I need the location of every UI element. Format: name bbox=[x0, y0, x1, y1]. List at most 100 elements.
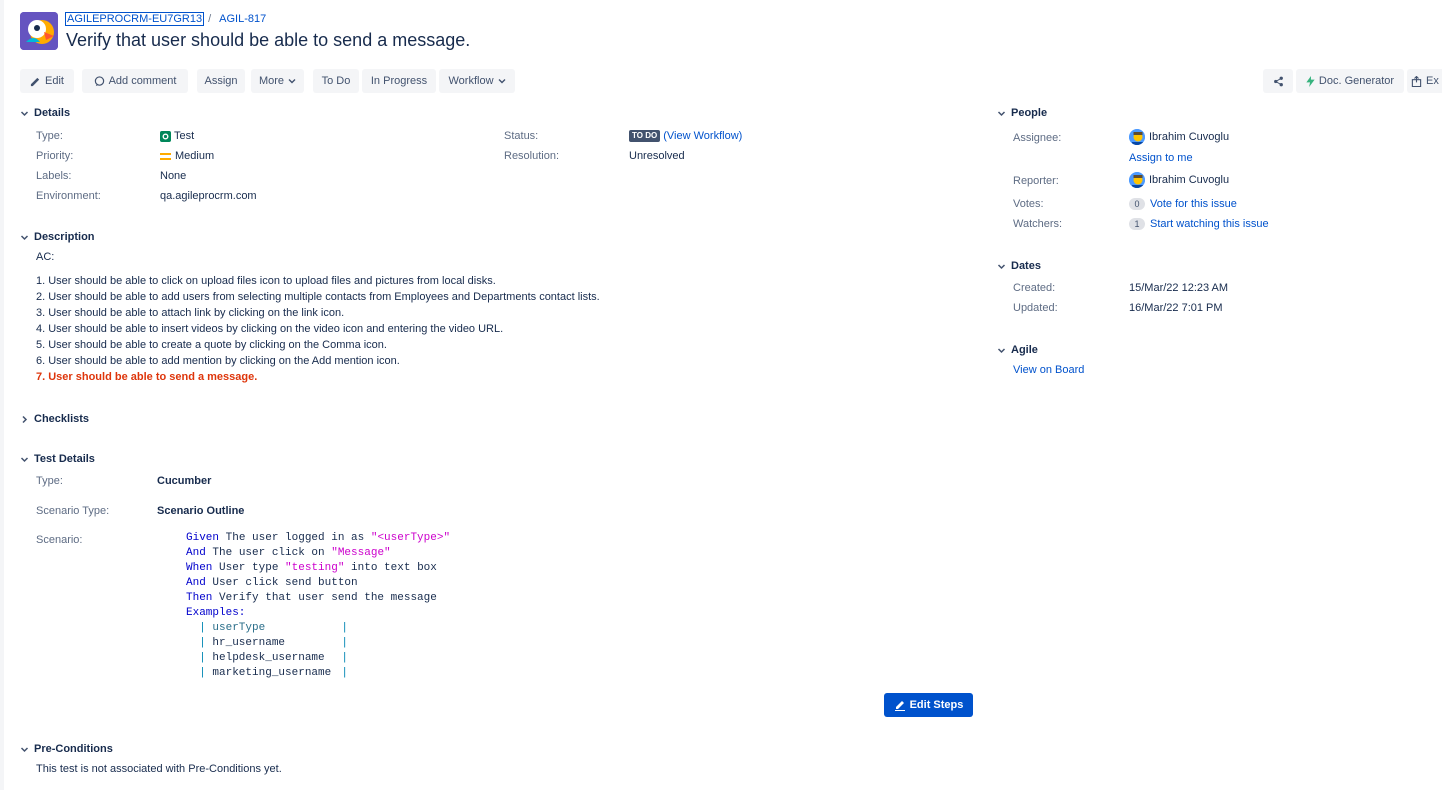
details-heading: Details bbox=[34, 107, 71, 119]
add-comment-button[interactable]: Add comment bbox=[82, 69, 188, 93]
assignee-name: Ibrahim Cuvoglu bbox=[1149, 131, 1230, 143]
test-type-value: Cucumber bbox=[157, 475, 212, 487]
ac-item-2: 2. User should be able to add users from… bbox=[36, 291, 600, 303]
updated-label: Updated: bbox=[1013, 302, 1058, 314]
ac-item-4: 4. User should be able to insert videos … bbox=[36, 323, 504, 335]
watchers-label: Watchers: bbox=[1013, 218, 1063, 230]
step-param: "Message" bbox=[331, 547, 391, 559]
vote-for-issue-link[interactable]: Vote for this issue bbox=[1150, 198, 1237, 210]
step-text: The user click on bbox=[205, 547, 332, 559]
reporter-value[interactable]: Ibrahim Cuvoglu bbox=[1129, 172, 1229, 188]
chevron-down-icon bbox=[498, 79, 506, 84]
type-label: Type: bbox=[36, 130, 63, 142]
comment-icon bbox=[94, 75, 104, 86]
breadcrumb-separator: / bbox=[208, 13, 212, 25]
step-param: "<userType>" bbox=[370, 532, 451, 544]
test-type-label: Type: bbox=[36, 475, 63, 487]
page-title: Verify that user should be able to send … bbox=[66, 30, 471, 50]
in-progress-transition-button[interactable]: In Progress bbox=[362, 69, 436, 93]
edit-steps-label: Edit Steps bbox=[909, 699, 964, 711]
breadcrumb-issue-link[interactable]: AGIL-817 bbox=[219, 13, 266, 25]
doc-generator-label: Doc. Generator bbox=[1318, 75, 1395, 87]
edit-button-label: Edit bbox=[45, 75, 64, 87]
status-badge: TO DO bbox=[629, 130, 661, 142]
todo-transition-button[interactable]: To Do bbox=[313, 69, 359, 93]
export-label: Ex bbox=[1426, 75, 1439, 87]
pencil-icon bbox=[30, 77, 40, 86]
more-label: More bbox=[258, 75, 285, 87]
keyword-when: When bbox=[186, 562, 213, 574]
created-value: 15/Mar/22 12:23 AM bbox=[1129, 282, 1229, 294]
step-text: Verify that user send the message bbox=[212, 592, 437, 604]
dates-heading: Dates bbox=[1011, 260, 1041, 272]
view-on-board-link[interactable]: View on Board bbox=[1013, 364, 1084, 376]
details-section-toggle[interactable]: Details bbox=[20, 107, 70, 119]
workflow-label: Workflow bbox=[448, 75, 494, 87]
preconditions-section-toggle[interactable]: Pre-Conditions bbox=[20, 743, 113, 755]
user-avatar bbox=[1129, 172, 1145, 188]
lightning-icon bbox=[1306, 75, 1315, 87]
step-text: The user logged in as bbox=[219, 532, 371, 544]
start-watching-link[interactable]: Start watching this issue bbox=[1150, 218, 1269, 230]
examples-cell: hr_username bbox=[212, 637, 286, 649]
environment-value: qa.agileprocrm.com bbox=[160, 190, 257, 202]
labels-value: None bbox=[160, 170, 187, 182]
breadcrumb-project-link[interactable]: AGILEPROCRM-EU7GR13 bbox=[65, 12, 205, 26]
votes-value: 0 Vote for this issue bbox=[1129, 198, 1237, 210]
updated-value: 16/Mar/22 7:01 PM bbox=[1129, 302, 1223, 314]
preconditions-text: This test is not associated with Pre-Con… bbox=[36, 763, 282, 775]
reporter-name: Ibrahim Cuvoglu bbox=[1149, 174, 1230, 186]
reporter-label: Reporter: bbox=[1013, 175, 1059, 187]
examples-table-row: | helpdesk_username | bbox=[186, 652, 349, 664]
scenario-line-2: And The user click on "Message" bbox=[186, 546, 391, 561]
priority-value-text: Medium bbox=[175, 150, 215, 162]
created-label: Created: bbox=[1013, 282, 1056, 294]
people-heading: People bbox=[1011, 107, 1048, 119]
type-value-text: Test bbox=[174, 130, 195, 142]
watchers-count-badge: 1 bbox=[1129, 218, 1145, 230]
keyword-and: And bbox=[186, 577, 206, 589]
ac-item-3: 3. User should be able to attach link by… bbox=[36, 307, 345, 319]
checklists-section-toggle[interactable]: Checklists bbox=[20, 413, 89, 425]
priority-value: Medium bbox=[160, 150, 214, 162]
todo-label: To Do bbox=[321, 75, 351, 87]
examples-table-row: | marketing_username | bbox=[186, 667, 349, 679]
examples-cell: marketing_username bbox=[212, 667, 332, 679]
ac-item-6: 6. User should be able to add mention by… bbox=[36, 355, 400, 367]
test-details-section-toggle[interactable]: Test Details bbox=[20, 453, 95, 465]
keyword-then: Then bbox=[186, 592, 213, 604]
assign-label: Assign bbox=[204, 75, 238, 87]
edit-steps-button[interactable]: Edit Steps bbox=[884, 693, 973, 717]
scenario-type-value: Scenario Outline bbox=[157, 505, 245, 517]
scenario-line-4: And User click send button bbox=[186, 576, 358, 591]
assign-to-me-link[interactable]: Assign to me bbox=[1129, 152, 1193, 164]
doc-generator-button[interactable]: Doc. Generator bbox=[1296, 69, 1404, 93]
description-heading: Description bbox=[34, 231, 95, 243]
breadcrumb: AGILEPROCRM-EU7GR13 / AGIL-817 bbox=[65, 12, 266, 26]
edit-button[interactable]: Edit bbox=[20, 69, 74, 93]
assign-button[interactable]: Assign bbox=[197, 69, 245, 93]
agile-section-toggle[interactable]: Agile bbox=[997, 344, 1038, 356]
watchers-value: 1 Start watching this issue bbox=[1129, 218, 1269, 230]
scenario-type-label: Scenario Type: bbox=[36, 505, 110, 517]
keyword-examples: Examples: bbox=[186, 607, 246, 619]
resolution-value: Unresolved bbox=[629, 150, 685, 162]
assignee-value[interactable]: Ibrahim Cuvoglu bbox=[1129, 129, 1229, 145]
people-section-toggle[interactable]: People bbox=[997, 107, 1047, 119]
description-section-toggle[interactable]: Description bbox=[20, 231, 95, 243]
dates-section-toggle[interactable]: Dates bbox=[997, 260, 1041, 272]
project-avatar-icon[interactable] bbox=[20, 12, 58, 50]
scenario-line-1: Given The user logged in as "<userType>" bbox=[186, 531, 450, 546]
share-button[interactable] bbox=[1263, 69, 1293, 93]
checklists-heading: Checklists bbox=[34, 413, 90, 425]
workflow-button[interactable]: Workflow bbox=[439, 69, 515, 93]
ac-item-5: 5. User should be able to create a quote… bbox=[36, 339, 387, 351]
test-details-heading: Test Details bbox=[34, 453, 95, 465]
chevron-down-icon bbox=[20, 234, 29, 240]
more-button[interactable]: More bbox=[251, 69, 304, 93]
environment-label: Environment: bbox=[36, 190, 101, 202]
export-button[interactable]: Ex bbox=[1407, 69, 1442, 93]
step-param: "testing" bbox=[285, 562, 345, 574]
chevron-down-icon bbox=[997, 263, 1006, 269]
view-workflow-link[interactable]: (View Workflow) bbox=[663, 130, 742, 142]
